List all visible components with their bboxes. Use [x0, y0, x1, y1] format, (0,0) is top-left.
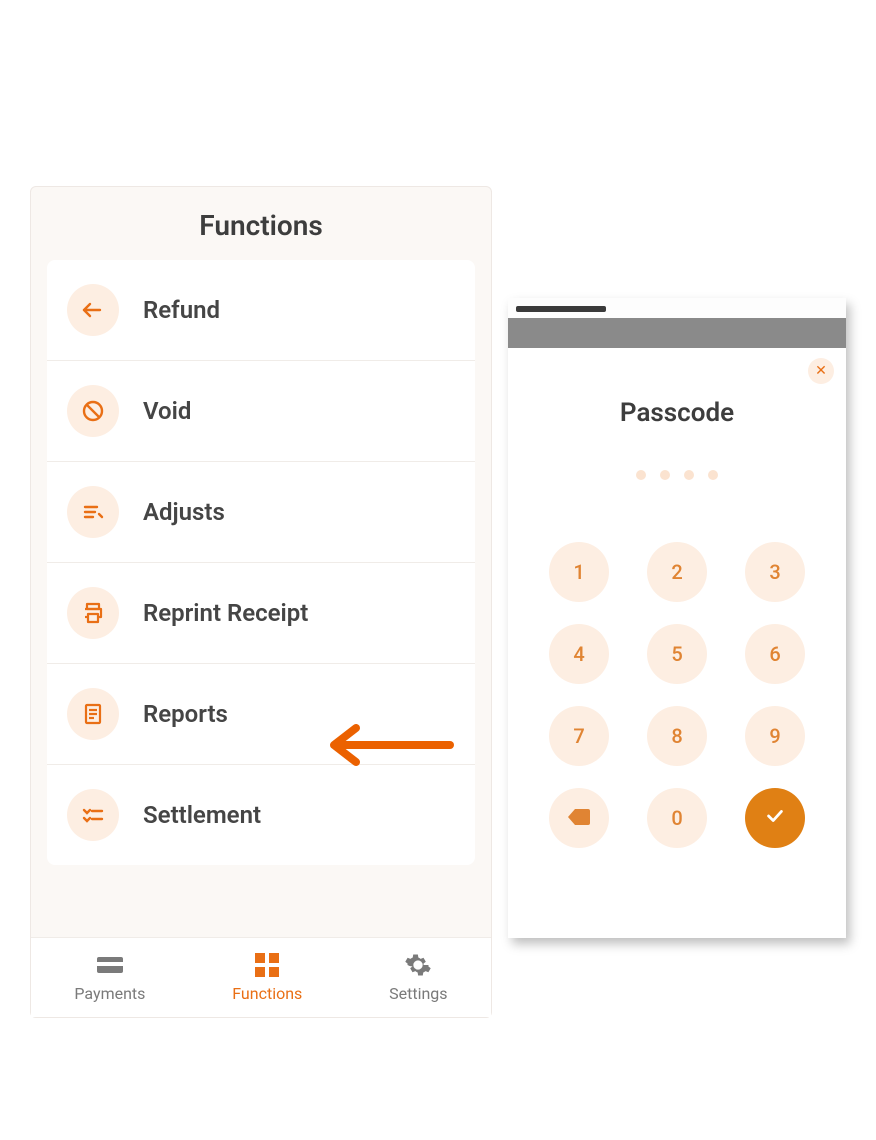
nav-item-functions[interactable]: Functions	[232, 950, 302, 1003]
key-3[interactable]: 3	[745, 542, 805, 602]
key-7[interactable]: 7	[549, 706, 609, 766]
function-item-adjusts[interactable]: Adjusts	[47, 462, 475, 563]
key-6[interactable]: 6	[745, 624, 805, 684]
annotation-arrow-icon	[320, 720, 460, 774]
settings-icon	[401, 950, 435, 980]
print-icon	[67, 587, 119, 639]
key-backspace[interactable]	[549, 788, 609, 848]
function-label: Void	[143, 397, 191, 425]
functions-list: Refund Void Adjusts Reprint Receipt Repo	[47, 260, 475, 865]
settlement-icon	[67, 789, 119, 841]
refund-icon	[67, 284, 119, 336]
passcode-dot	[636, 470, 646, 480]
function-label: Refund	[143, 296, 220, 324]
key-confirm[interactable]	[745, 788, 805, 848]
key-4[interactable]: 4	[549, 624, 609, 684]
key-8[interactable]: 8	[647, 706, 707, 766]
reports-icon	[67, 688, 119, 740]
function-item-void[interactable]: Void	[47, 361, 475, 462]
functions-title: Functions	[31, 187, 491, 260]
backspace-icon	[568, 806, 590, 830]
function-label: Adjusts	[143, 498, 225, 526]
close-icon: ✕	[815, 363, 827, 379]
passcode-title: Passcode	[508, 398, 846, 428]
function-item-refund[interactable]: Refund	[47, 260, 475, 361]
functions-icon	[250, 950, 284, 980]
nav-item-payments[interactable]: Payments	[74, 950, 145, 1003]
passcode-panel: ✕ Passcode 1 2 3 4 5 6 7 8 9 0	[508, 298, 846, 938]
app-bar	[508, 318, 846, 348]
key-1[interactable]: 1	[549, 542, 609, 602]
bottom-nav: Payments Functions Settings	[31, 937, 491, 1017]
passcode-dots	[508, 470, 846, 480]
function-label: Reprint Receipt	[143, 599, 308, 627]
key-5[interactable]: 5	[647, 624, 707, 684]
key-9[interactable]: 9	[745, 706, 805, 766]
void-icon	[67, 385, 119, 437]
check-icon	[764, 805, 786, 832]
function-label: Reports	[143, 700, 228, 728]
close-button[interactable]: ✕	[808, 358, 834, 384]
functions-panel: Functions Refund Void Adjusts Reprint Re…	[30, 186, 492, 1018]
key-0[interactable]: 0	[647, 788, 707, 848]
nav-label: Functions	[232, 984, 302, 1003]
function-item-settlement[interactable]: Settlement	[47, 765, 475, 865]
nav-label: Settings	[389, 984, 447, 1003]
keypad: 1 2 3 4 5 6 7 8 9 0	[508, 542, 846, 868]
passcode-dot	[660, 470, 670, 480]
function-label: Settlement	[143, 801, 261, 829]
nav-label: Payments	[74, 984, 145, 1003]
passcode-dot	[684, 470, 694, 480]
status-bar	[508, 298, 846, 318]
nav-item-settings[interactable]: Settings	[389, 950, 447, 1003]
adjust-icon	[67, 486, 119, 538]
function-item-reprint[interactable]: Reprint Receipt	[47, 563, 475, 664]
payments-icon	[93, 950, 127, 980]
passcode-dot	[708, 470, 718, 480]
close-row: ✕	[508, 348, 846, 384]
key-2[interactable]: 2	[647, 542, 707, 602]
